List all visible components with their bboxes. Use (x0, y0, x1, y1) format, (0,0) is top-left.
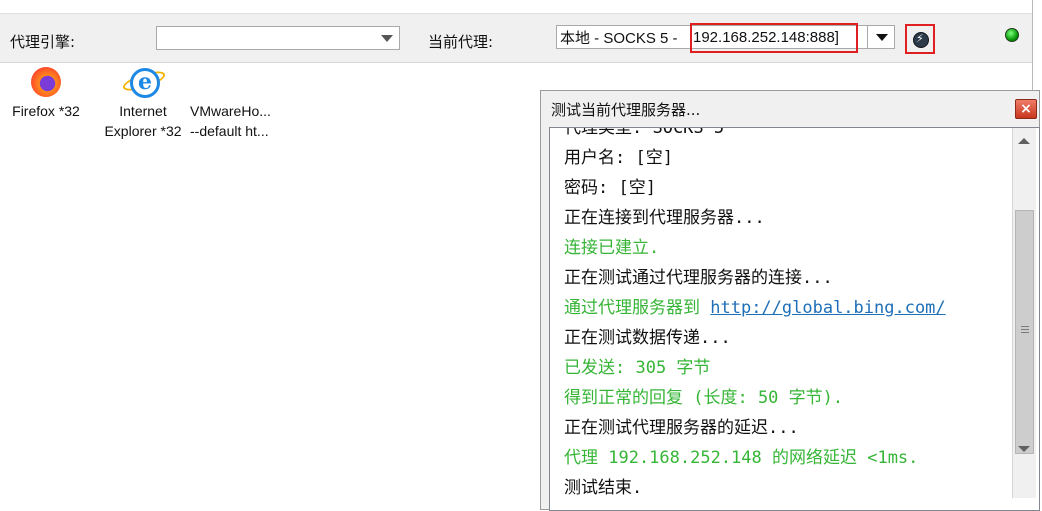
log-line-text: 密码: [空] (564, 178, 656, 198)
test-proxy-dialog: 测试当前代理服务器... × 代理类型: SOCKS 5 用户名: [空] 密码: … (540, 90, 1040, 511)
desktop-item-label: Explorer *32 (104, 123, 182, 139)
log-line: 代理 192.168.252.148 的网络延迟 <1ms. (564, 443, 946, 473)
engine-select[interactable] (156, 26, 400, 50)
log-scrollbar[interactable] (1012, 128, 1036, 498)
log-line-text: 正在测试通过代理服务器的连接... (564, 268, 833, 288)
log-line-text: 正在测试数据传递... (564, 328, 731, 348)
log-line: 正在测试代理服务器的延迟... (564, 413, 946, 443)
log-line: 正在连接到代理服务器... (564, 203, 946, 233)
close-button[interactable]: × (1015, 99, 1037, 119)
log-line-text: 用户名: [空] (564, 148, 673, 168)
log-line-text: 正在测试代理服务器的延迟... (564, 418, 799, 438)
scroll-down-icon[interactable] (1018, 446, 1030, 452)
log-line-text: 通过代理服务器到 (564, 298, 711, 318)
log-line: 测试结束. (564, 473, 946, 503)
chevron-down-icon[interactable] (876, 34, 888, 41)
log-link[interactable]: http://global.bing.com/ (710, 298, 945, 318)
test-proxy-button[interactable]: ⚡ (905, 24, 935, 54)
current-proxy-label: 当前代理: (428, 33, 494, 51)
grip-line (1021, 332, 1029, 333)
log-line: 通过代理服务器到 http://global.bing.com/ (564, 293, 946, 323)
log-panel[interactable]: 代理类型: SOCKS 5 用户名: [空] 密码: [空] 正在连接到代理服务器..… (549, 127, 1040, 511)
log-line-text: 代理类型: SOCKS 5 (564, 127, 725, 138)
combo-separator (867, 26, 868, 48)
log-line: 用户名: [空] (564, 143, 946, 173)
log-line-text: 得到正常的回复 (长度: 50 字节). (564, 388, 844, 408)
log-line-text: 测试结束. (564, 478, 643, 498)
desktop-item-internet-explorer[interactable]: Internet Explorer *32 (96, 101, 190, 141)
grip-line (1021, 326, 1029, 327)
log-line: 正在测试通过代理服务器的连接... (564, 263, 946, 293)
log-line-text: 代理 192.168.252.148 的网络延迟 <1ms. (564, 448, 919, 468)
log-line-text: 连接已建立. (564, 238, 660, 258)
log-line-text: 已发送: 305 字节 (564, 358, 711, 378)
log-line: 密码: [空] (564, 173, 946, 203)
engine-label: 代理引擎: (10, 33, 76, 51)
bolt-glyph: ⚡ (916, 32, 924, 45)
desktop-item-label: --default ht... (190, 123, 269, 139)
dialog-title: 测试当前代理服务器... (551, 101, 701, 119)
chevron-down-icon (381, 35, 393, 42)
status-indicator-icon (1005, 28, 1019, 42)
firefox-icon[interactable] (31, 67, 61, 97)
desktop-item-label: VMwareHo... (190, 103, 271, 119)
current-proxy-prefix: 本地 - SOCKS 5 - (560, 30, 678, 47)
scroll-thumb[interactable] (1015, 210, 1034, 454)
internet-explorer-icon[interactable]: e (130, 68, 160, 98)
current-proxy-address: 192.168.252.148:888] (693, 29, 839, 46)
log-text: 代理类型: SOCKS 5 用户名: [空] 密码: [空] 正在连接到代理服务器..… (564, 127, 946, 503)
log-line: 已发送: 305 字节 (564, 353, 946, 383)
log-line: 连接已建立. (564, 233, 946, 263)
desktop-item-vmware[interactable]: VMwareHo... --default ht... (190, 101, 290, 141)
log-line: 正在测试数据传递... (564, 323, 946, 353)
desktop-item-label: Firefox *32 (12, 103, 80, 119)
desktop-item-firefox[interactable]: Firefox *32 (2, 101, 90, 121)
scroll-up-icon[interactable] (1018, 138, 1030, 144)
log-line-text: 正在连接到代理服务器... (564, 208, 765, 228)
desktop-item-label: Internet (119, 103, 167, 119)
log-line: 得到正常的回复 (长度: 50 字节). (564, 383, 946, 413)
log-line: 代理类型: SOCKS 5 (564, 127, 946, 143)
grip-line (1021, 329, 1029, 330)
top-strip (0, 0, 1032, 13)
